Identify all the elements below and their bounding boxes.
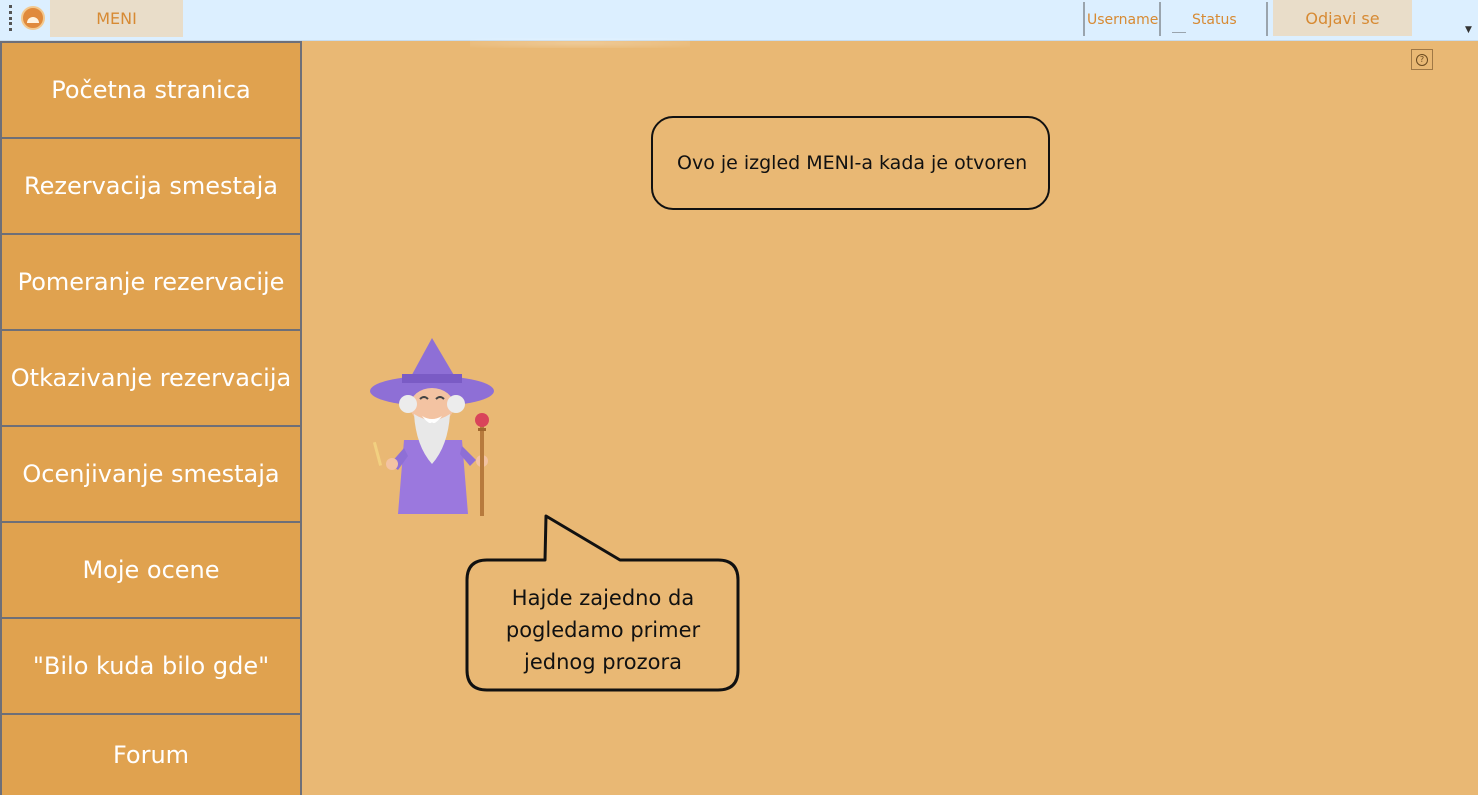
chevron-down-icon[interactable]: ▼ bbox=[1465, 25, 1472, 35]
decorative-shadow bbox=[470, 38, 690, 48]
logout-button[interactable]: Odjavi se bbox=[1273, 0, 1412, 36]
info-speech-bubble: Ovo je izgled MENI-a kada je otvoren bbox=[651, 116, 1050, 210]
sidebar-item-otkazivanje[interactable]: Otkazivanje rezervacija bbox=[0, 329, 300, 425]
help-icon[interactable]: ? bbox=[1411, 49, 1433, 70]
wizard-bubble-line3: jednog prozora bbox=[524, 650, 682, 674]
wizard-bubble-text: Hajde zajedno da pogledamo primer jednog… bbox=[469, 582, 737, 678]
wizard-bubble-line2: pogledamo primer bbox=[505, 618, 701, 642]
wizard-illustration bbox=[364, 336, 500, 520]
sidebar-item-forum[interactable]: Forum bbox=[0, 713, 300, 795]
toolbar-grip-icon[interactable] bbox=[9, 5, 12, 31]
sidebar-item-pomeranje[interactable]: Pomeranje rezervacije bbox=[0, 233, 300, 329]
toolbar-divider bbox=[1266, 2, 1268, 36]
sidebar-item-moje-ocene[interactable]: Moje ocene bbox=[0, 521, 300, 617]
sidebar-item-rezervacija[interactable]: Rezervacija smestaja bbox=[0, 137, 300, 233]
sidebar-item-bilo-kuda[interactable]: "Bilo kuda bilo gde" bbox=[0, 617, 300, 713]
sidebar-item-ocenjivanje[interactable]: Ocenjivanje smestaja bbox=[0, 425, 300, 521]
wizard-speech-bubble: Hajde zajedno da pogledamo primer jednog… bbox=[465, 514, 741, 692]
sidebar-menu: Početna stranica Rezervacija smestaja Po… bbox=[0, 41, 302, 795]
app-logo-icon bbox=[21, 6, 45, 30]
sidebar-item-pocetna[interactable]: Početna stranica bbox=[0, 41, 300, 137]
toolbar-divider bbox=[1159, 2, 1161, 36]
wizard-bubble-line1: Hajde zajedno da bbox=[511, 586, 695, 610]
toolbar-divider bbox=[1083, 2, 1085, 36]
menu-button[interactable]: MENI bbox=[50, 0, 183, 37]
username-label: Username bbox=[1087, 12, 1159, 28]
top-toolbar: MENI Username Status Odjavi se ▼ bbox=[0, 0, 1478, 41]
status-label: Status bbox=[1192, 12, 1237, 28]
